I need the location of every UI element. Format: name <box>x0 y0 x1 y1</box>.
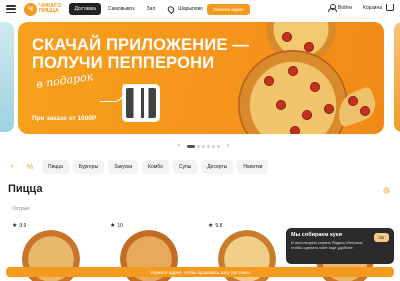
star-icon: ★ <box>208 223 214 229</box>
product-rating: ★ 10 <box>110 222 123 230</box>
star-icon: ★ <box>12 223 18 229</box>
qr-code-pattern <box>126 88 156 118</box>
arrow-icon <box>100 84 124 102</box>
star-icon: ★ <box>110 223 116 229</box>
pepperoni-slice-icon <box>324 104 334 114</box>
pepperoni-slice-icon <box>360 106 370 116</box>
cart-label: Корзина <box>362 4 382 11</box>
category-soups[interactable]: Супы <box>172 160 198 174</box>
login-label: Войти <box>338 5 352 11</box>
category-pizza[interactable]: Пицца <box>42 160 69 174</box>
pepperoni-slice-icon <box>348 96 358 106</box>
pepperoni-slice-icon <box>304 42 314 52</box>
top-header: Ч ЧИКАГО ПИЦЦА Доставка Самовывоз Зал Ша… <box>0 0 400 18</box>
cart-icon <box>386 4 394 11</box>
pepperoni-slice-icon <box>290 126 300 134</box>
banner-title: СКАЧАЙ ПРИЛОЖЕНИЕ — ПОЛУЧИ ПЕППЕРОНИ <box>32 36 250 72</box>
banner-note: При заказе от 1000Р <box>32 115 97 122</box>
search-icon[interactable]: ⌕ <box>6 161 18 173</box>
pepperoni-slice-icon <box>282 32 292 42</box>
carousel-dot[interactable] <box>207 144 210 148</box>
address-reminder-bar[interactable]: Укажите адрес, чтобы проверить зону дост… <box>6 267 394 277</box>
delivery-mode-tabs: Доставка Самовывоз Зал <box>69 3 162 15</box>
qr-code <box>122 84 160 122</box>
login-link[interactable]: Войти <box>328 4 352 12</box>
logo[interactable]: Ч ЧИКАГО ПИЦЦА <box>24 2 62 16</box>
pepperoni-slice-icon <box>264 76 274 86</box>
logo-mark-icon: Ч <box>24 2 37 16</box>
carousel-dot[interactable] <box>187 144 195 148</box>
category-burgers[interactable]: Бургеры <box>72 160 105 174</box>
pepperoni-slice-icon <box>310 82 320 92</box>
category-drinks[interactable]: Напитки <box>237 160 269 174</box>
city-label: Шарыпово <box>178 6 203 12</box>
tab-dine-in[interactable]: Зал <box>142 3 161 15</box>
tab-pickup[interactable]: Самовывоз <box>103 3 140 15</box>
chevron-left-icon[interactable]: ‹ <box>178 143 180 149</box>
pepperoni-slice-icon <box>288 66 298 76</box>
promo-banner[interactable]: СКАЧАЙ ПРИЛОЖЕНИЕ — ПОЛУЧИ ПЕППЕРОНИ в п… <box>18 22 384 134</box>
cookie-text: И используем сервис Яндекс.Метрика, чтоб… <box>291 240 364 250</box>
carousel-dot[interactable] <box>217 144 220 148</box>
user-icon <box>328 4 337 12</box>
tab-delivery[interactable]: Доставка <box>69 3 101 15</box>
percent-icon[interactable]: % <box>24 161 36 173</box>
cart-button[interactable]: Корзина <box>363 4 394 11</box>
banner-next-peek[interactable] <box>394 22 400 132</box>
product-rating: ★ 9.9 <box>12 222 27 230</box>
category-desserts[interactable]: Десерты <box>201 160 234 174</box>
cookie-notice: Мы собираем куки И используем сервис Янд… <box>286 228 394 264</box>
banner-gift-text: в подарок <box>35 70 95 91</box>
carousel-pagination: ‹ › <box>172 143 235 149</box>
logo-text: ЧИКАГО ПИЦЦА <box>39 3 62 14</box>
category-snacks[interactable]: Закуски <box>108 160 139 174</box>
carousel-dot[interactable] <box>197 144 200 148</box>
cookie-accept-button[interactable]: Ок <box>373 233 389 242</box>
category-nav: ⌕ % Пицца Бургеры Закуски Комбо Супы Дес… <box>6 160 272 174</box>
pizza-image-main <box>238 50 348 134</box>
address-selector[interactable]: Шарыпово Укажите адрес <box>166 3 250 15</box>
page: Ч ЧИКАГО ПИЦЦА Доставка Самовывоз Зал Ша… <box>0 0 400 281</box>
carousel-dot[interactable] <box>212 144 215 148</box>
category-combo[interactable]: Комбо <box>142 160 169 174</box>
pepperoni-slice-icon <box>302 110 312 120</box>
product-rating: ★ 9.8 <box>208 222 223 230</box>
chevron-right-icon[interactable]: › <box>227 143 229 149</box>
filter-icon[interactable] <box>383 187 390 194</box>
location-pin-icon <box>166 4 176 14</box>
banner-prev-peek[interactable] <box>0 22 14 132</box>
burger-menu-icon[interactable] <box>6 5 16 13</box>
carousel-dot[interactable] <box>202 144 205 148</box>
pepperoni-slice-icon <box>276 100 286 110</box>
set-address-button[interactable]: Укажите адрес <box>206 3 250 15</box>
section-title: Пицца <box>8 183 43 195</box>
section-subtitle: Острые <box>12 206 30 212</box>
